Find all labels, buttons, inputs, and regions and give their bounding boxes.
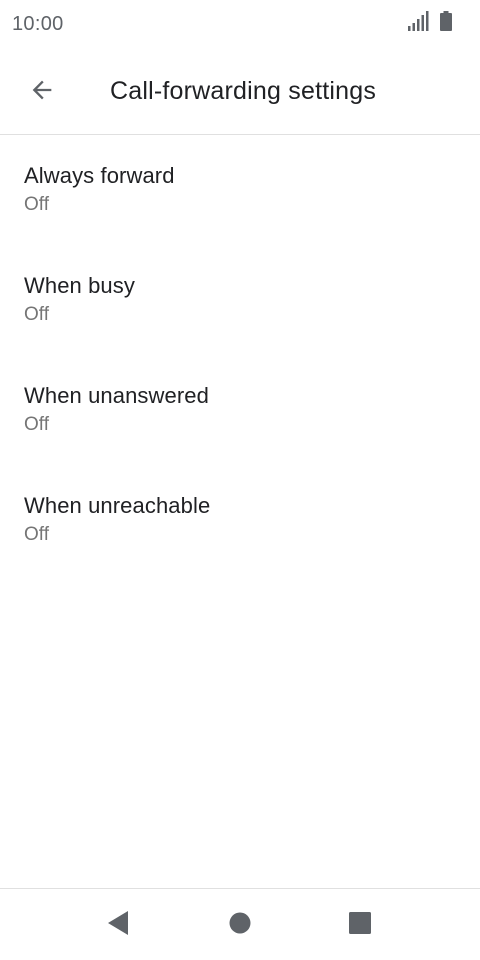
setting-title: When busy — [24, 273, 135, 298]
setting-summary: Off — [24, 414, 49, 435]
setting-when-unanswered[interactable]: When unanswered Off — [0, 355, 480, 465]
setting-title: When unreachable — [24, 493, 211, 518]
setting-summary: Off — [24, 304, 49, 325]
arrow-back-icon — [28, 76, 56, 109]
status-icons — [408, 11, 452, 36]
nav-back-icon — [106, 910, 130, 941]
battery-icon — [440, 11, 452, 36]
setting-title: When unanswered — [24, 383, 209, 408]
setting-title: Always forward — [24, 163, 175, 188]
page-title: Call-forwarding settings — [110, 77, 377, 105]
setting-summary: Off — [24, 194, 49, 215]
setting-always-forward[interactable]: Always forward Off — [0, 135, 480, 245]
signal-icon — [408, 11, 430, 36]
app-bar: Call-forwarding settings — [0, 50, 480, 135]
call-forwarding-screen: 10:00 Call-forwarding settings Always fo… — [0, 0, 480, 960]
nav-back-button[interactable] — [100, 907, 136, 943]
settings-list: Always forward Off When busy Off When un… — [0, 135, 480, 575]
setting-summary: Off — [24, 524, 49, 545]
nav-home-icon — [229, 912, 251, 939]
setting-when-unreachable[interactable]: When unreachable Off — [0, 465, 480, 575]
nav-recents-button[interactable] — [342, 907, 378, 943]
nav-home-button[interactable] — [222, 907, 258, 943]
status-time: 10:00 — [12, 13, 64, 35]
status-bar: 10:00 — [0, 0, 480, 50]
back-button[interactable] — [18, 68, 66, 116]
setting-when-busy[interactable]: When busy Off — [0, 245, 480, 355]
navigation-bar — [0, 888, 480, 960]
nav-recents-icon — [349, 911, 371, 939]
